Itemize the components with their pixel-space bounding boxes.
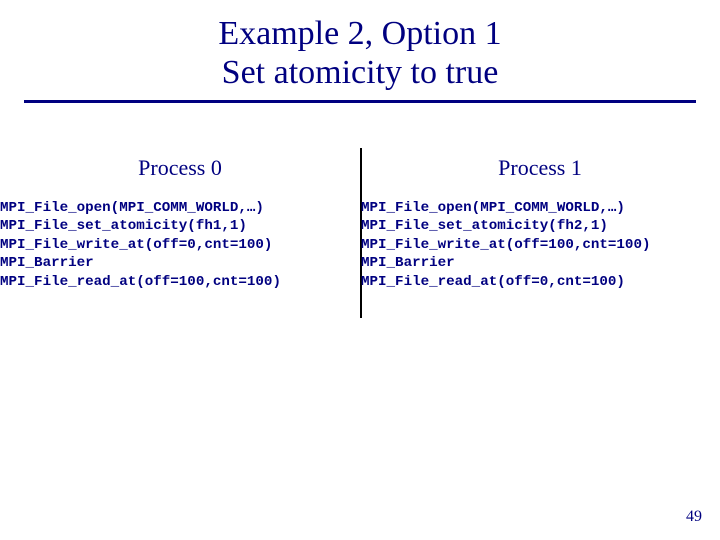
p1-line-3: MPI_File_write_at(off=100,cnt=100) — [361, 237, 650, 253]
title-line-1: Example 2, Option 1 — [218, 15, 501, 52]
slide-title: Example 2, Option 1 Set atomicity to tru… — [0, 0, 720, 92]
process-1-code: MPI_File_open(MPI_COMM_WORLD,…) MPI_File… — [359, 187, 720, 291]
p0-line-1: MPI_File_open(MPI_COMM_WORLD,…) — [0, 200, 264, 216]
process-0-heading: Process 0 — [0, 155, 360, 187]
p0-line-4: MPI_Barrier — [0, 255, 94, 271]
p1-line-1: MPI_File_open(MPI_COMM_WORLD,…) — [361, 200, 625, 216]
p0-line-3: MPI_File_write_at(off=0,cnt=100) — [0, 237, 272, 253]
p0-line-2: MPI_File_set_atomicity(fh1,1) — [0, 218, 247, 234]
content-columns: Process 0 Process 1 MPI_File_open(MPI_CO… — [0, 155, 720, 291]
title-line-2: Set atomicity to true — [222, 54, 499, 91]
column-headers: Process 0 Process 1 — [0, 155, 720, 187]
p1-line-2: MPI_File_set_atomicity(fh2,1) — [361, 218, 608, 234]
p1-line-4: MPI_Barrier — [361, 255, 455, 271]
process-1-heading: Process 1 — [360, 155, 720, 187]
title-underline — [24, 100, 696, 103]
process-0-code: MPI_File_open(MPI_COMM_WORLD,…) MPI_File… — [0, 187, 359, 291]
code-columns: MPI_File_open(MPI_COMM_WORLD,…) MPI_File… — [0, 187, 720, 291]
p0-line-5: MPI_File_read_at(off=100,cnt=100) — [0, 274, 281, 290]
p1-line-5: MPI_File_read_at(off=0,cnt=100) — [361, 274, 625, 290]
page-number: 49 — [686, 508, 702, 526]
